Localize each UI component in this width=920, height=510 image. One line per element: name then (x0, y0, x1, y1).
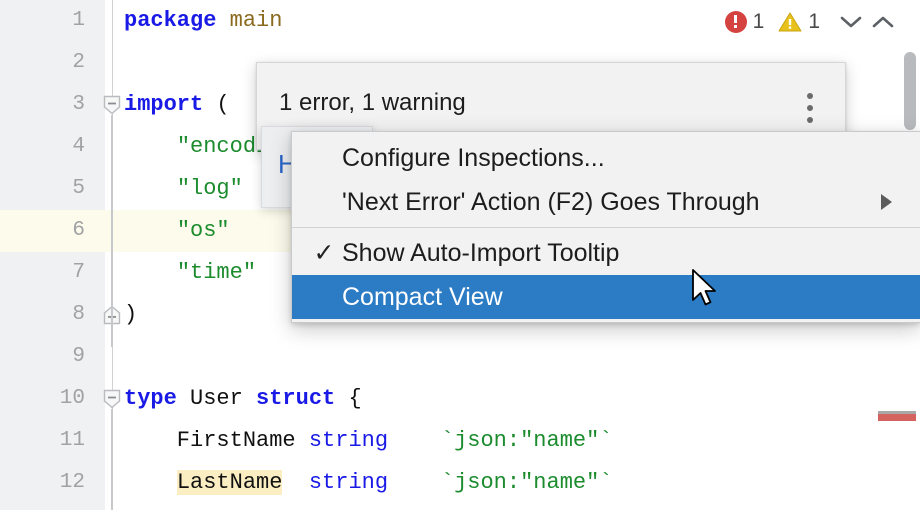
line-number[interactable]: 6 (0, 210, 85, 252)
code-token: ( (203, 92, 229, 117)
code-line-text[interactable]: import ( (124, 84, 230, 126)
code-token (124, 134, 177, 159)
menu-item[interactable]: 'Next Error' Action (F2) Goes Through (292, 180, 920, 224)
line-number[interactable]: 11 (0, 420, 85, 462)
code-line-text[interactable]: "log" (124, 168, 243, 210)
fold-collapse-icon[interactable] (103, 95, 121, 115)
code-token: User (177, 386, 256, 411)
code-line-text[interactable]: package main (124, 0, 282, 42)
code-token: "log" (177, 176, 243, 201)
code-token: import (124, 92, 203, 117)
kebab-dot (807, 105, 813, 111)
code-token: string (309, 470, 388, 495)
error-stripe-marker[interactable] (878, 414, 916, 421)
fold-region-guide (111, 115, 113, 347)
menu-item[interactable]: Compact View (292, 275, 920, 319)
code-line-text[interactable]: "os" (124, 210, 230, 252)
code-line-text[interactable]: LastName string `json:"name"` (124, 462, 613, 504)
code-token: "os" (177, 218, 230, 243)
error-count: 1 (753, 10, 765, 34)
code-line-row[interactable]: 10 type User struct { (0, 378, 920, 420)
code-line-text[interactable]: "time" (124, 252, 256, 294)
kebab-menu-icon[interactable] (807, 93, 815, 127)
code-token (216, 8, 229, 33)
line-number[interactable]: 9 (0, 336, 85, 378)
menu-item-label: Configure Inspections... (342, 144, 920, 173)
menu-item[interactable]: Configure Inspections... (292, 136, 920, 180)
submenu-arrow-icon (881, 194, 892, 210)
code-token: type (124, 386, 177, 411)
menu-item-label: Show Auto-Import Tooltip (342, 239, 920, 268)
code-token (124, 176, 177, 201)
line-number[interactable]: 8 (0, 294, 85, 336)
chevron-down-icon[interactable] (836, 7, 866, 37)
inspection-widget[interactable]: 1 1 (725, 5, 898, 39)
code-line-text[interactable]: FirstName string `json:"name"` (124, 420, 613, 462)
code-line-row[interactable]: 11 FirstName string `json:"name"` (0, 420, 920, 462)
line-number[interactable]: 3 (0, 84, 85, 126)
code-token (124, 470, 177, 495)
fold-collapse-icon[interactable] (103, 389, 121, 409)
warning-triangle-icon (778, 11, 802, 33)
inspection-summary-text: 1 error, 1 warning (279, 89, 466, 117)
line-number[interactable]: 12 (0, 462, 85, 504)
editor-window: 1package main23import (4 "encoding/json"… (0, 0, 920, 510)
line-number[interactable]: 4 (0, 126, 85, 168)
code-line-row[interactable]: 9 (0, 336, 920, 378)
code-token: { (335, 386, 361, 411)
code-token (124, 260, 177, 285)
code-line-text[interactable]: ) (124, 294, 137, 336)
menu-item-label: 'Next Error' Action (F2) Goes Through (342, 188, 920, 217)
menu-item-label: Compact View (342, 283, 920, 312)
code-token: ) (124, 302, 137, 327)
code-token: string (309, 428, 388, 453)
code-token: FirstName (124, 428, 309, 453)
code-token (282, 470, 308, 495)
warning-count: 1 (808, 10, 820, 34)
chevron-up-icon[interactable] (868, 7, 898, 37)
code-token: main (230, 8, 283, 33)
checkmark-icon: ✓ (306, 238, 342, 268)
menu-item[interactable]: ✓Show Auto-Import Tooltip (292, 231, 920, 275)
line-number[interactable]: 2 (0, 42, 85, 84)
line-number[interactable]: 7 (0, 252, 85, 294)
code-token: `json:"name"` (441, 470, 613, 495)
code-token: `json:"name"` (441, 428, 613, 453)
inspection-context-menu[interactable]: Configure Inspections... 'Next Error' Act… (291, 131, 920, 323)
kebab-dot (807, 93, 813, 99)
code-token: package (124, 8, 216, 33)
code-token: struct (256, 386, 335, 411)
error-circle-icon (725, 11, 747, 33)
line-number[interactable]: 10 (0, 378, 85, 420)
error-indicator[interactable]: 1 (725, 10, 765, 34)
kebab-dot (807, 117, 813, 123)
line-number[interactable]: 1 (0, 0, 85, 42)
line-number[interactable]: 5 (0, 168, 85, 210)
code-token: "time" (177, 260, 256, 285)
code-token (388, 428, 441, 453)
code-line-text[interactable]: type User struct { (124, 378, 362, 420)
code-token: LastName (177, 470, 283, 495)
fold-region-guide (111, 409, 113, 510)
vertical-scrollbar-thumb[interactable] (904, 52, 916, 130)
menu-separator (292, 227, 920, 228)
warning-indicator[interactable]: 1 (778, 10, 820, 34)
code-token (388, 470, 441, 495)
code-token (124, 218, 177, 243)
code-line-row[interactable]: 12 LastName string `json:"name"` (0, 462, 920, 504)
